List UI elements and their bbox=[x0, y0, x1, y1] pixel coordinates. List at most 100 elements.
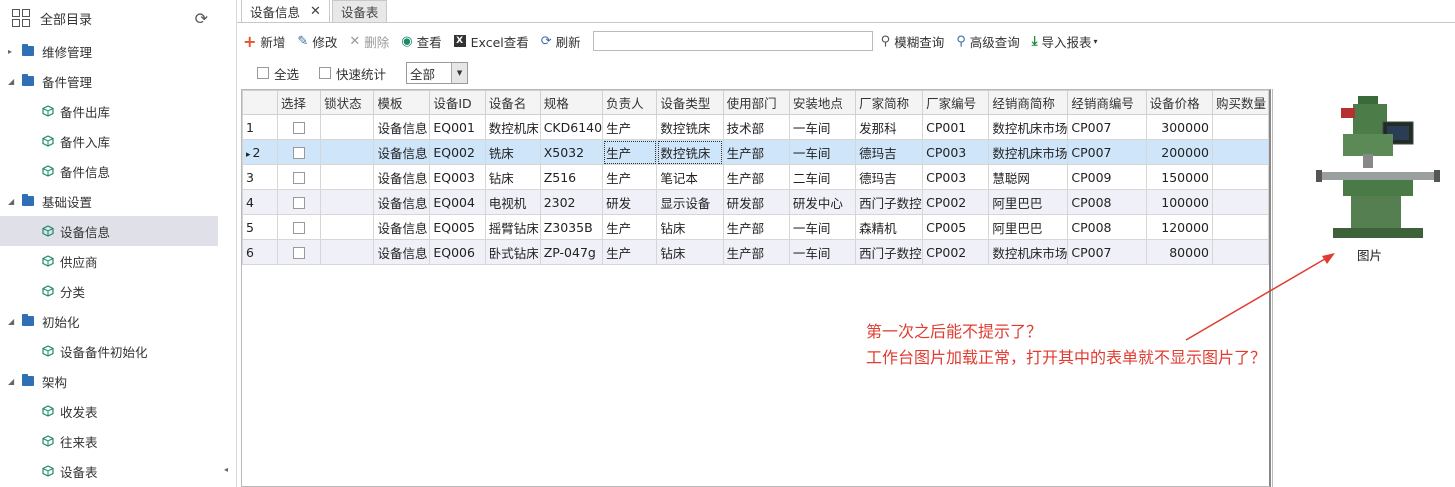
refresh-button[interactable]: ⟳ 刷新 bbox=[541, 32, 581, 51]
cell-template[interactable]: 设备信息 bbox=[373, 189, 431, 215]
cell-maker-no[interactable]: CP005 bbox=[922, 214, 990, 240]
cell-qty[interactable] bbox=[1211, 214, 1270, 240]
cell-name[interactable]: 卧式钻床 bbox=[484, 239, 541, 265]
cell-location[interactable]: 二车间 bbox=[788, 164, 857, 190]
row-checkbox[interactable] bbox=[293, 147, 306, 159]
cell-dept[interactable]: 生产部 bbox=[722, 164, 790, 190]
sidebar-item[interactable]: 设备表 bbox=[0, 456, 236, 486]
column-header[interactable]: 设备类型 bbox=[656, 90, 724, 115]
cell-owner[interactable]: 生产 bbox=[602, 139, 658, 165]
cell-dept[interactable]: 生产部 bbox=[722, 139, 790, 165]
cell-dealer-no[interactable]: CP009 bbox=[1067, 164, 1147, 190]
cell-location[interactable]: 一车间 bbox=[788, 214, 857, 240]
refresh-icon[interactable]: ⟳ bbox=[195, 9, 208, 28]
cell-template[interactable]: 设备信息 bbox=[373, 239, 431, 265]
cell-id[interactable]: EQ003 bbox=[429, 164, 486, 190]
sidebar-item[interactable]: ◢ 备件管理 bbox=[0, 66, 236, 96]
cell-id[interactable]: EQ002 bbox=[429, 139, 486, 165]
cell-maker[interactable]: 西门子数控 bbox=[855, 239, 924, 265]
column-header[interactable]: 购买数量 bbox=[1211, 90, 1270, 115]
column-header[interactable]: 设备价格 bbox=[1145, 90, 1213, 115]
cell-maker[interactable]: 德玛吉 bbox=[855, 139, 924, 165]
checkbox[interactable] bbox=[319, 67, 332, 79]
row-checkbox[interactable] bbox=[293, 172, 306, 184]
column-header[interactable]: 设备ID bbox=[429, 90, 486, 115]
cell-template[interactable]: 设备信息 bbox=[373, 114, 431, 140]
cell-maker-no[interactable]: CP002 bbox=[922, 189, 990, 215]
cell-maker-no[interactable]: CP001 bbox=[922, 114, 990, 140]
cell-type[interactable]: 钻床 bbox=[656, 214, 724, 240]
table-row[interactable]: 4 设备信息 EQ004 电视机 2302 研发 显示设备 研发部 研发中心 西门子数控 CP002… bbox=[241, 189, 1270, 215]
cell-name[interactable]: 钻床 bbox=[484, 164, 541, 190]
cell-maker[interactable]: 西门子数控 bbox=[855, 189, 924, 215]
cell-template[interactable]: 设备信息 bbox=[373, 139, 431, 165]
scope-select[interactable]: 全部 ▼ bbox=[406, 62, 469, 84]
table-row[interactable]: 6 设备信息 EQ006 卧式钻床 ZP-047g 生产 钻床 生产部 一车间 西门子数控 CP00… bbox=[241, 239, 1270, 265]
cell-dept[interactable]: 生产部 bbox=[722, 239, 790, 265]
cell-dept[interactable]: 研发部 bbox=[722, 189, 790, 215]
sidebar-item[interactable]: ◢ 架构 bbox=[0, 366, 236, 396]
column-header[interactable]: 设备名 bbox=[484, 90, 541, 115]
sidebar-item[interactable]: 设备信息 bbox=[0, 216, 218, 246]
tab-device-table[interactable]: 设备表 bbox=[331, 0, 388, 22]
fuzzy-query-button[interactable]: ⚲ 模糊查询 bbox=[881, 32, 945, 51]
cell-maker[interactable]: 德玛吉 bbox=[855, 164, 924, 190]
cell-dept[interactable]: 生产部 bbox=[722, 214, 790, 240]
cell-price[interactable]: 120000 bbox=[1145, 214, 1213, 240]
delete-button[interactable]: ✕ 删除 bbox=[349, 32, 389, 51]
sidebar-item[interactable]: 备件出库 bbox=[0, 96, 236, 126]
column-header[interactable]: 锁状态 bbox=[320, 90, 375, 115]
directory-grid-icon[interactable] bbox=[12, 9, 30, 27]
cell-dealer[interactable]: 慧聪网 bbox=[988, 164, 1069, 190]
excel-view-button[interactable]: X Excel查看 bbox=[453, 32, 529, 51]
caret-down-icon[interactable]: ◢ bbox=[8, 77, 22, 86]
cell-location[interactable]: 研发中心 bbox=[788, 189, 857, 215]
cell-spec[interactable]: X5032 bbox=[539, 139, 604, 165]
cell-id[interactable]: EQ006 bbox=[429, 239, 486, 265]
sidebar-item[interactable]: ◢ 基础设置 bbox=[0, 186, 236, 216]
checkbox[interactable] bbox=[257, 67, 269, 79]
cell-location[interactable]: 一车间 bbox=[788, 239, 857, 265]
cell-qty[interactable] bbox=[1211, 139, 1270, 165]
sidebar-item[interactable]: 备件入库 bbox=[0, 126, 236, 156]
cell-id[interactable]: EQ004 bbox=[429, 189, 486, 215]
column-header[interactable]: 厂家编号 bbox=[922, 90, 990, 115]
edit-button[interactable]: ✎ 修改 bbox=[297, 32, 337, 51]
sidebar-item[interactable]: 分类 bbox=[0, 276, 236, 306]
row-checkbox[interactable] bbox=[293, 197, 306, 209]
cell-qty[interactable] bbox=[1211, 114, 1270, 140]
row-checkbox[interactable] bbox=[293, 122, 306, 134]
cell-dealer-no[interactable]: CP007 bbox=[1067, 139, 1147, 165]
table-row[interactable]: ▸ 2 设备信息 EQ002 铣床 X5032 生产 数控铣床 生产部 一车间 德玛吉 CP003 数控… bbox=[241, 139, 1270, 165]
add-button[interactable]: + 新增 bbox=[243, 32, 285, 51]
cell-maker-no[interactable]: CP003 bbox=[922, 164, 990, 190]
row-checkbox[interactable] bbox=[293, 222, 306, 234]
cell-name[interactable]: 电视机 bbox=[484, 189, 541, 215]
search-input[interactable] bbox=[592, 31, 873, 51]
column-header[interactable]: 选择 bbox=[277, 90, 322, 115]
cell-id[interactable]: EQ005 bbox=[429, 214, 486, 240]
cell-spec[interactable]: ZP-047g bbox=[539, 239, 604, 265]
cell-dealer[interactable]: 数控机床市场 bbox=[988, 139, 1069, 165]
cell-owner[interactable]: 生产 bbox=[602, 164, 658, 190]
cell-owner[interactable]: 研发 bbox=[602, 189, 658, 215]
cell-type[interactable]: 笔记本 bbox=[656, 164, 724, 190]
table-row[interactable]: 3 设备信息 EQ003 钻床 Z516 生产 笔记本 生产部 二车间 德玛吉 CP003 慧聪网 CP… bbox=[241, 164, 1270, 190]
import-report-button[interactable]: ⤓ 导入报表 ▾ bbox=[1032, 32, 1098, 51]
cell-dealer-no[interactable]: CP008 bbox=[1067, 189, 1147, 215]
cell-type[interactable]: 数控铣床 bbox=[656, 114, 724, 140]
cell-name[interactable]: 摇臂钻床 bbox=[484, 214, 541, 240]
table-row[interactable]: 5 设备信息 EQ005 摇臂钻床 Z3035B 生产 钻床 生产部 一车间 森精机 CP005 阿里… bbox=[241, 214, 1270, 240]
cell-dealer[interactable]: 数控机床市场 bbox=[988, 114, 1069, 140]
cell-maker-no[interactable]: CP002 bbox=[922, 239, 990, 265]
column-header[interactable] bbox=[241, 90, 279, 115]
column-header[interactable]: 厂家简称 bbox=[855, 90, 924, 115]
sidebar-item[interactable]: 往来表 bbox=[0, 426, 236, 456]
caret-down-icon[interactable]: ◢ bbox=[8, 377, 22, 386]
sidebar-item[interactable]: 设备备件初始化 bbox=[0, 336, 236, 366]
cell-price[interactable]: 300000 bbox=[1145, 114, 1213, 140]
advanced-query-button[interactable]: ⚲ 高级查询 bbox=[956, 32, 1020, 51]
cell-owner[interactable]: 生产 bbox=[602, 214, 658, 240]
cell-dealer[interactable]: 阿里巴巴 bbox=[988, 214, 1069, 240]
tab-device-info[interactable]: 设备信息 ✕ bbox=[241, 0, 330, 22]
